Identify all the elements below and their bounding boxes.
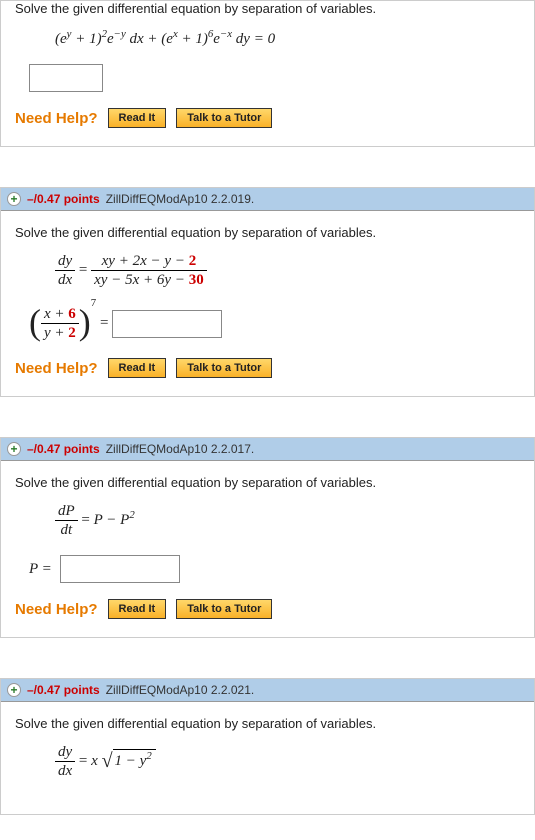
equals: = [79,753,91,769]
prompt: Solve the given differential equation by… [15,225,520,240]
question-header: + –/0.47 points ZillDiffEQModAp10 2.2.01… [1,438,534,461]
paren-right: ) [79,302,91,342]
expand-icon[interactable]: + [7,442,21,456]
den: dx [55,271,75,289]
frac-dydx: dy dx [55,743,75,780]
expand-icon[interactable]: + [7,192,21,206]
sqrt: √ 1 − y2 [102,749,156,770]
need-help-label: Need Help? [15,360,98,377]
rhs-num: xy + 2x − y − 2 [91,252,207,271]
equals: = [100,315,112,331]
num: dP [55,502,78,521]
radical-icon: √ [102,751,113,772]
lhs-num: x + 6 [41,305,79,324]
prompt: Solve the given differential equation by… [15,1,520,16]
need-help-label: Need Help? [15,110,98,127]
answer-row: P = [29,555,520,583]
prompt: Solve the given differential equation by… [15,475,520,490]
equation: (ey + 1)2e−y dx + (ex + 1)6e−x dy = 0 [55,28,520,48]
answer-input[interactable] [29,64,103,92]
question-4: + –/0.47 points ZillDiffEQModAp10 2.2.02… [0,678,535,815]
question-content: Solve the given differential equation by… [1,461,534,637]
need-help: Need Help? Read It Talk to a Tutor [15,358,520,378]
question-header: + –/0.47 points ZillDiffEQModAp10 2.2.02… [1,679,534,702]
talk-tutor-button[interactable]: Talk to a Tutor [176,599,272,619]
question-2: + –/0.47 points ZillDiffEQModAp10 2.2.01… [0,187,535,397]
expand-icon[interactable]: + [7,683,21,697]
question-3: + –/0.47 points ZillDiffEQModAp10 2.2.01… [0,437,535,638]
equation-1: dy dx = xy + 2x − y − 2 xy − 5x + 6y − 3… [55,252,520,289]
frac-lhs: x + 6 y + 2 [41,305,79,342]
points: –/0.47 points [27,683,100,697]
lhs-den: y + 2 [41,324,79,342]
answer-input[interactable] [112,310,222,338]
eq-body: (ey + 1)2e−y dx + (ex + 1)6e−x dy = 0 [55,31,275,47]
equals: = [81,512,93,528]
talk-tutor-button[interactable]: Talk to a Tutor [176,108,272,128]
need-help-label: Need Help? [15,601,98,618]
prompt: Solve the given differential equation by… [15,716,520,731]
read-it-button[interactable]: Read It [108,599,167,619]
reference: ZillDiffEQModAp10 2.2.021. [106,683,255,697]
need-help: Need Help? Read It Talk to a Tutor [15,599,520,619]
x-coef: x [91,753,98,769]
question-header: + –/0.47 points ZillDiffEQModAp10 2.2.01… [1,188,534,211]
rhs: P − P2 [94,512,135,528]
num: dy [55,743,75,762]
reference: ZillDiffEQModAp10 2.2.019. [106,192,255,206]
reference: ZillDiffEQModAp10 2.2.017. [106,442,255,456]
question-1: Solve the given differential equation by… [0,0,535,147]
points: –/0.47 points [27,442,100,456]
den: dt [55,521,78,539]
equals: = [79,262,91,278]
question-content: Solve the given differential equation by… [1,1,534,146]
points: –/0.47 points [27,192,100,206]
frac-rhs: xy + 2x − y − 2 xy − 5x + 6y − 30 [91,252,207,289]
read-it-button[interactable]: Read It [108,108,167,128]
answer-row [29,64,520,92]
talk-tutor-button[interactable]: Talk to a Tutor [176,358,272,378]
equation: dP dt = P − P2 [55,502,520,539]
question-content: Solve the given differential equation by… [1,211,534,396]
answer-label: P = [29,561,52,578]
rhs-den: xy − 5x + 6y − 30 [91,271,207,289]
den: dx [55,762,75,780]
exponent: 7 [91,297,96,309]
num: dy [55,252,75,271]
answer-input[interactable] [60,555,180,583]
equation-2: ( x + 6 y + 2 )7 = [29,305,520,342]
equation: dy dx = x √ 1 − y2 [55,743,520,780]
sqrt-body: 1 − y2 [113,749,156,770]
paren-left: ( [29,302,41,342]
read-it-button[interactable]: Read It [108,358,167,378]
question-content: Solve the given differential equation by… [1,702,534,814]
frac-dydx: dy dx [55,252,75,289]
lhs-power: ( x + 6 y + 2 )7 [29,305,96,342]
frac-dpdt: dP dt [55,502,78,539]
need-help: Need Help? Read It Talk to a Tutor [15,108,520,128]
